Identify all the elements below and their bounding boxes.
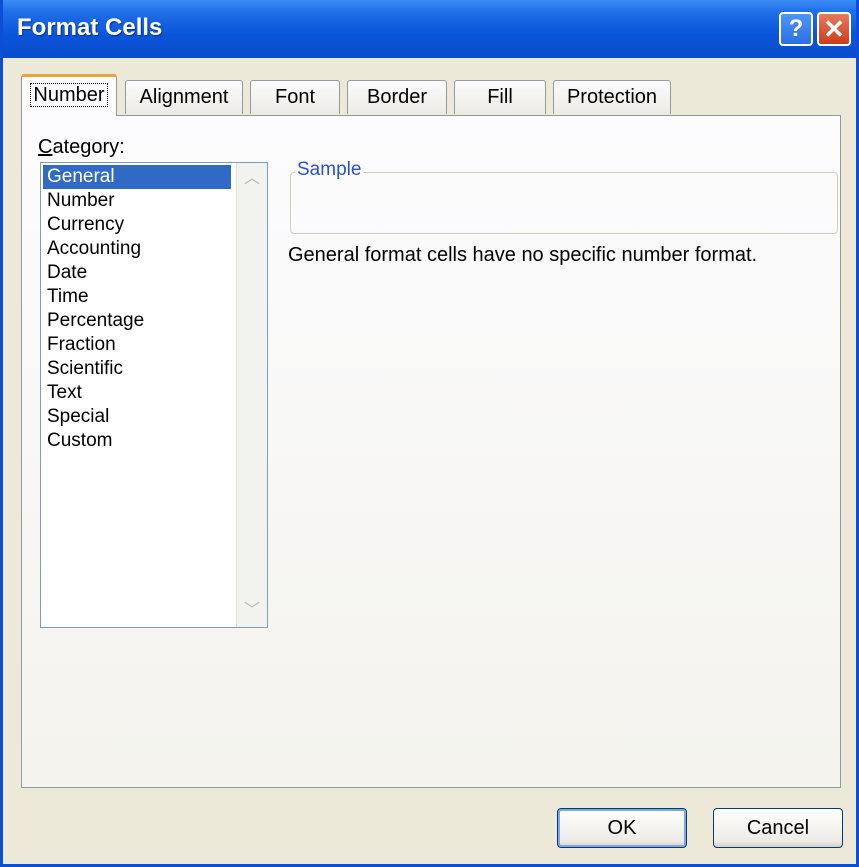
ok-button[interactable]: OK bbox=[557, 808, 687, 848]
category-item-special[interactable]: Special bbox=[43, 405, 231, 429]
category-item-date[interactable]: Date bbox=[43, 261, 231, 285]
close-button[interactable]: ✕ bbox=[817, 12, 851, 46]
help-button[interactable]: ? bbox=[779, 12, 813, 46]
category-item-scientific[interactable]: Scientific bbox=[43, 357, 231, 381]
tab-alignment[interactable]: Alignment bbox=[125, 80, 243, 114]
tab-fill[interactable]: Fill bbox=[454, 80, 546, 114]
cancel-button[interactable]: Cancel bbox=[713, 808, 843, 848]
number-tab-panel: Category: General Number Currency Accoun… bbox=[21, 115, 841, 788]
category-label: Category: bbox=[38, 136, 125, 158]
tab-strip: Number Alignment Font Border Fill Protec… bbox=[21, 72, 841, 116]
chevron-up-icon[interactable]: ︿ bbox=[240, 167, 264, 191]
chevron-down-icon[interactable]: ﹀ bbox=[240, 599, 264, 623]
format-cells-dialog: Format Cells ? ✕ Number Alignment Font B… bbox=[0, 0, 859, 867]
category-item-custom[interactable]: Custom bbox=[43, 429, 231, 453]
sample-legend: Sample bbox=[295, 159, 364, 181]
tab-protection[interactable]: Protection bbox=[553, 80, 671, 114]
category-item-fraction[interactable]: Fraction bbox=[43, 333, 231, 357]
format-description: General format cells have no specific nu… bbox=[288, 244, 758, 266]
tab-number[interactable]: Number bbox=[21, 74, 117, 116]
category-item-accounting[interactable]: Accounting bbox=[43, 237, 231, 261]
category-item-general[interactable]: General bbox=[43, 165, 231, 189]
category-item-number[interactable]: Number bbox=[43, 189, 231, 213]
close-icon: ✕ bbox=[823, 14, 845, 44]
title-bar[interactable]: Format Cells ? ✕ bbox=[3, 0, 856, 58]
category-listbox[interactable]: General Number Currency Accounting Date … bbox=[40, 162, 268, 628]
category-item-percentage[interactable]: Percentage bbox=[43, 309, 231, 333]
category-item-text[interactable]: Text bbox=[43, 381, 231, 405]
tab-font[interactable]: Font bbox=[250, 80, 340, 114]
category-item-time[interactable]: Time bbox=[43, 285, 231, 309]
category-list: General Number Currency Accounting Date … bbox=[43, 165, 231, 453]
help-icon: ? bbox=[788, 15, 804, 42]
dialog-title: Format Cells bbox=[17, 14, 163, 41]
category-item-currency[interactable]: Currency bbox=[43, 213, 231, 237]
tab-border[interactable]: Border bbox=[347, 80, 447, 114]
category-scrollbar[interactable]: ︿ ﹀ bbox=[236, 163, 267, 627]
sample-group: Sample bbox=[290, 159, 838, 234]
